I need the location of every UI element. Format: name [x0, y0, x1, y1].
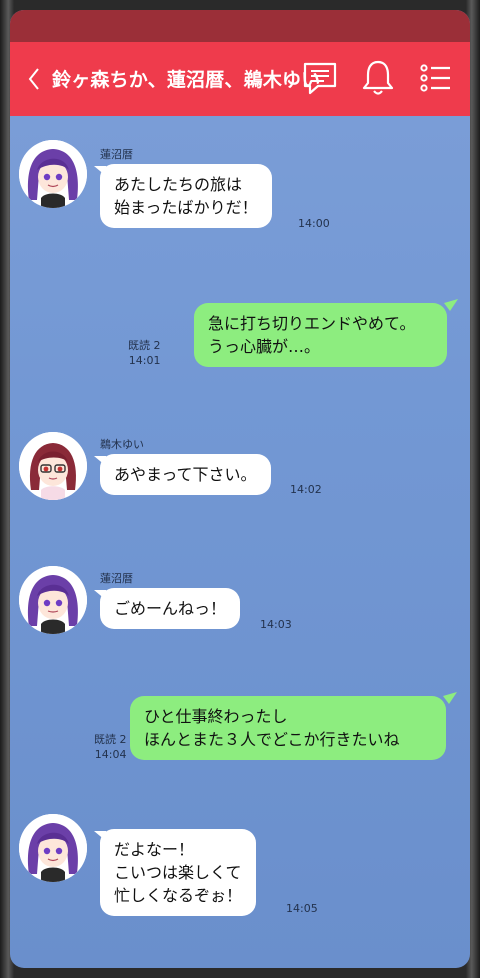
avatar-hasunuma[interactable] [19, 814, 87, 882]
bubble-tail [444, 299, 458, 311]
avatar-hasunuma[interactable] [19, 566, 87, 634]
message-time: 14:00 [298, 217, 330, 230]
back-chevron-icon[interactable] [26, 64, 46, 94]
read-label: 既読 2 [128, 339, 161, 352]
read-receipt: 既読 2 14:04 [94, 732, 127, 762]
read-label: 既読 2 [94, 733, 127, 746]
message-time: 14:05 [286, 902, 318, 915]
chat-title: 鈴ヶ森ちか、蓮沼暦、鵜木ゆい [52, 69, 321, 91]
message-time: 14:04 [94, 748, 127, 761]
sender-name: 鵜木ゆい [100, 438, 144, 451]
message-bubble-incoming[interactable]: あやまって下さい。 [100, 454, 271, 495]
bubble-tail [94, 166, 106, 176]
read-receipt: 既読 2 14:01 [128, 338, 161, 368]
message-bubble-outgoing[interactable]: 急に打ち切りエンドやめて。 うっ心臓が…。 [194, 303, 447, 367]
bubble-tail [94, 456, 106, 466]
message-time: 14:03 [260, 618, 292, 631]
message-time: 14:01 [128, 354, 161, 367]
note-icon[interactable] [300, 58, 340, 98]
bubble-tail [94, 590, 106, 600]
sender-name: 蓮沼暦 [100, 572, 133, 585]
message-bubble-incoming[interactable]: あたしたちの旅は 始まったばかりだ！ [100, 164, 272, 228]
message-list[interactable]: 蓮沼暦 あたしたちの旅は 始まったばかりだ！ 14:00 既読 2 14:01 … [10, 116, 470, 968]
status-bar [10, 10, 470, 42]
message-bubble-outgoing[interactable]: ひと仕事終わったし ほんとまた３人でどこか行きたいね [130, 696, 446, 760]
bell-icon[interactable] [358, 58, 398, 98]
bubble-tail [443, 692, 457, 704]
message-bubble-incoming[interactable]: だよなー！ こいつは楽しくて 忙しくなるぞぉ！ [100, 829, 257, 916]
message-time: 14:02 [290, 483, 322, 496]
sender-name: 蓮沼暦 [100, 148, 133, 161]
chat-screen: 鈴ヶ森ちか、蓮沼暦、鵜木ゆい 蓮沼暦 あたしたちの旅は 始まったばかりだ！ 14… [10, 10, 470, 968]
message-bubble-incoming[interactable]: ごめーんねっ！ [100, 588, 241, 629]
menu-list-icon[interactable] [415, 58, 455, 98]
avatar-hasunuma[interactable] [19, 140, 87, 208]
bubble-tail [94, 831, 106, 841]
avatar-unoki[interactable] [19, 432, 87, 500]
chat-header: 鈴ヶ森ちか、蓮沼暦、鵜木ゆい [10, 42, 470, 116]
